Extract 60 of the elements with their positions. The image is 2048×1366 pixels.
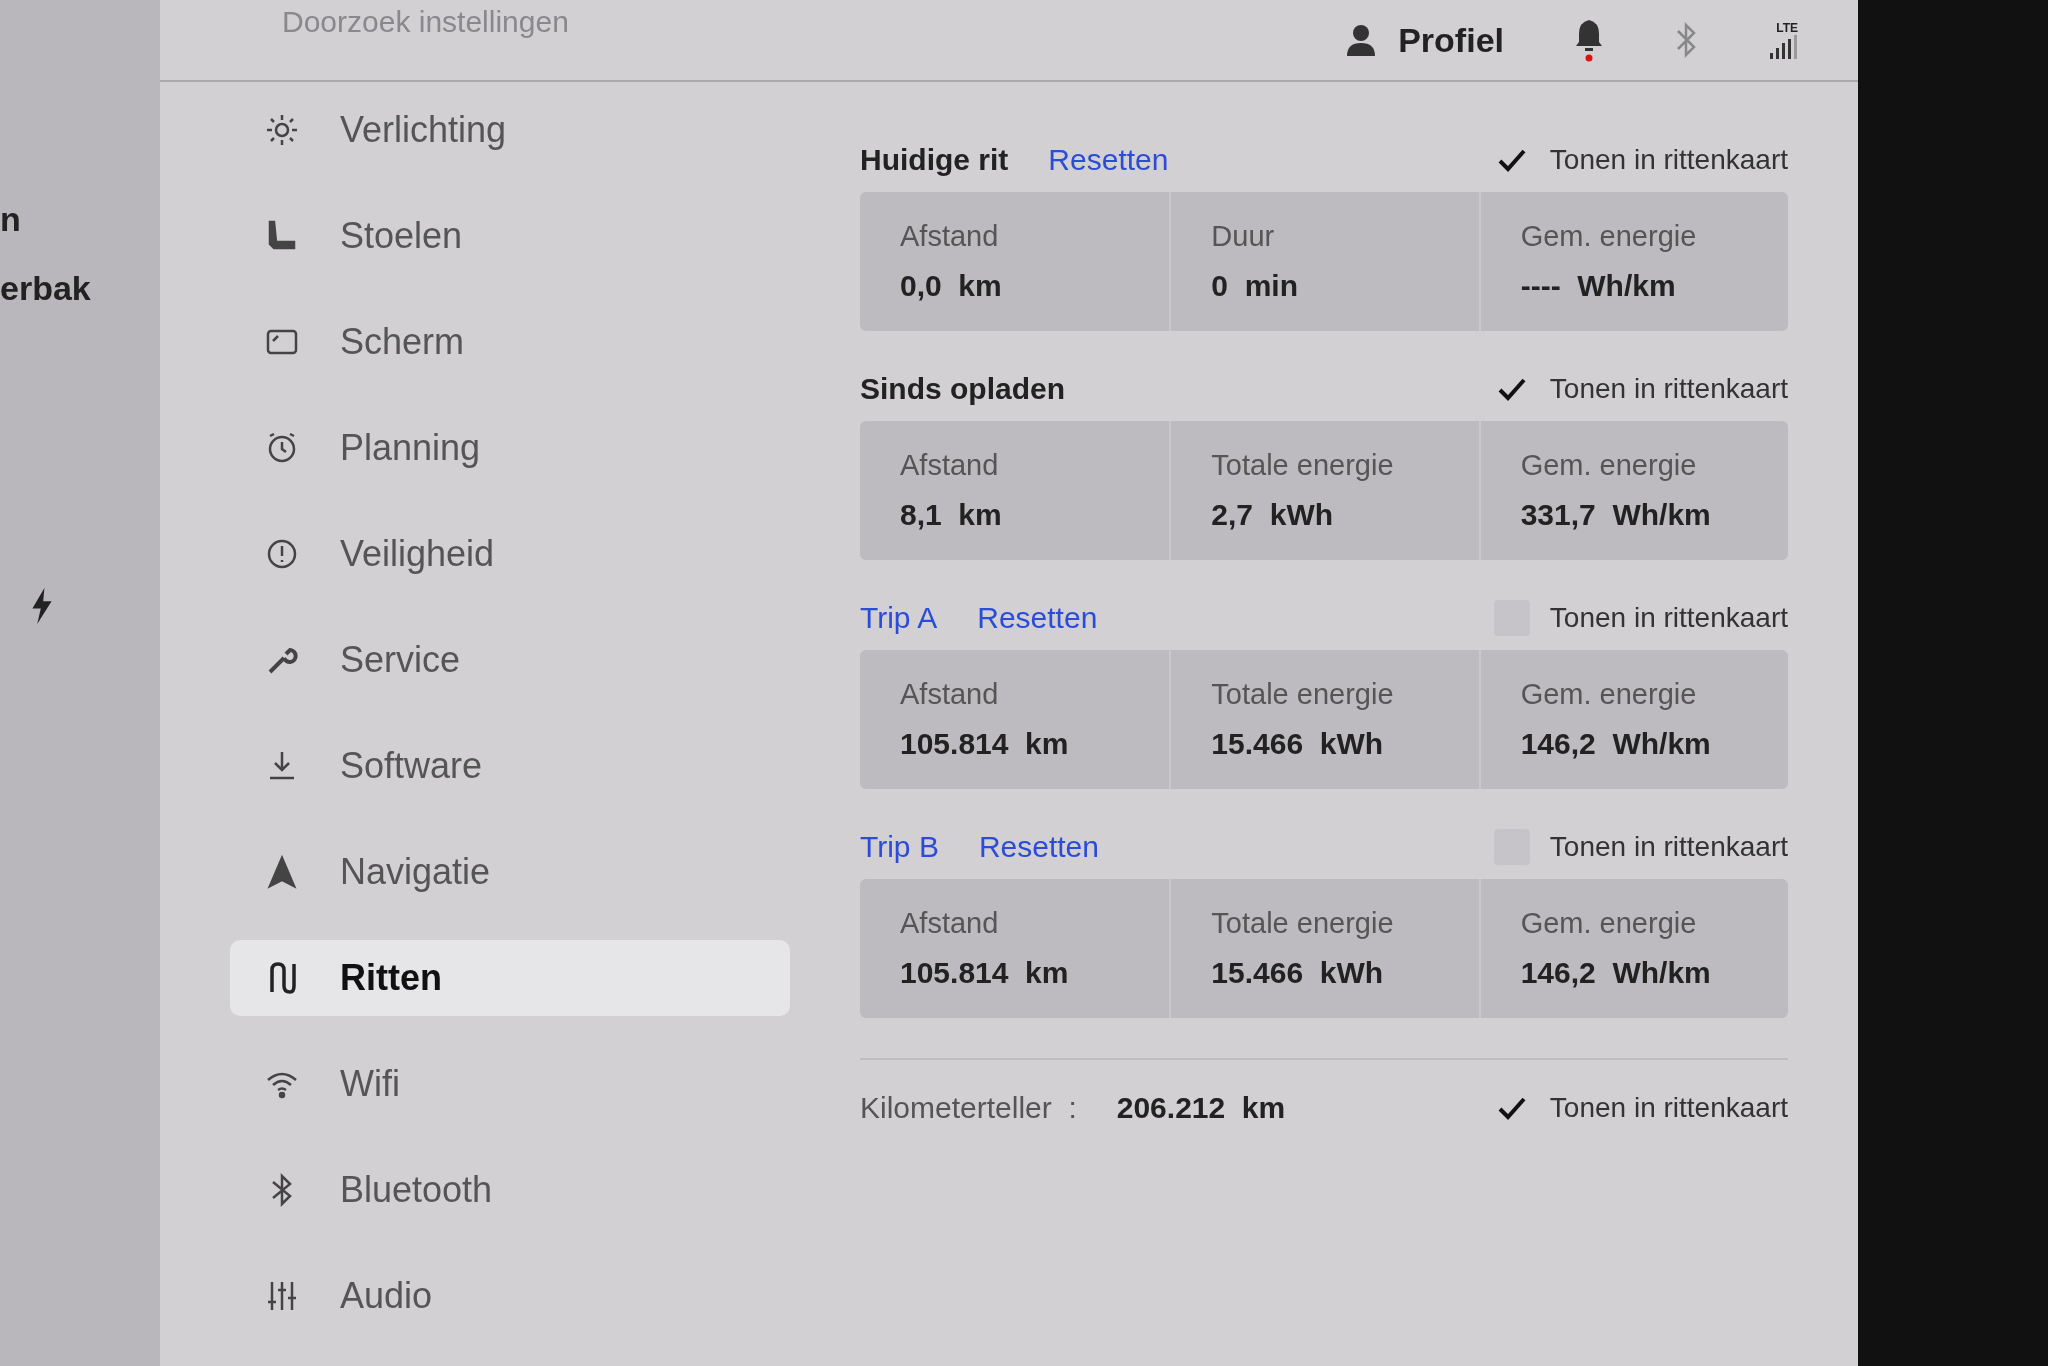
- stat-value: 15.466 kWh: [1211, 956, 1385, 990]
- panel-text: n: [0, 200, 22, 239]
- reset-link[interactable]: Resetten: [1048, 143, 1169, 177]
- bell-icon[interactable]: [1574, 18, 1604, 62]
- stat-value: 0 min: [1211, 269, 1300, 303]
- sidebar-item[interactable]: Audio: [230, 1258, 790, 1334]
- stat-label: Afstand: [900, 907, 1000, 940]
- sidebar-item[interactable]: Navigatie: [230, 834, 790, 910]
- stat-value: 105.814 km: [900, 727, 1070, 761]
- stat-value: 8,1 km: [900, 498, 1003, 532]
- section-title[interactable]: Trip B: [860, 830, 939, 864]
- stat-value: 146,2 Wh/km: [1520, 956, 1712, 990]
- reset-link[interactable]: Resetten: [978, 830, 1099, 864]
- stat-value: 105.814 km: [900, 956, 1070, 990]
- sidebar-item[interactable]: Ritten: [230, 940, 790, 1016]
- stat-value: 0,0 km: [900, 269, 1003, 303]
- lightning-icon: [30, 588, 54, 624]
- show-in-trip-card-checkbox[interactable]: Tonen in rittenkaart: [1493, 829, 1788, 865]
- sidebar-item[interactable]: Bluetooth: [230, 1152, 790, 1228]
- section-title: Sinds opladen: [860, 372, 1066, 406]
- stat-label: Gem. energie: [1520, 449, 1698, 482]
- person-icon: [1346, 24, 1377, 56]
- search-field[interactable]: Doorzoek instellingen: [280, 0, 704, 40]
- section-title: Huidige rit: [860, 143, 1009, 177]
- stat-value: 331,7 Wh/km: [1520, 498, 1712, 532]
- section-title[interactable]: Trip A: [860, 601, 938, 635]
- odometer-label: Kilometerteller :: [860, 1091, 1077, 1125]
- reset-link[interactable]: Resetten: [977, 601, 1098, 635]
- sidebar-item[interactable]: Stoelen: [230, 198, 790, 274]
- show-in-trip-card-checkbox[interactable]: Tonen in rittenkaart: [1493, 371, 1788, 407]
- show-in-trip-card-checkbox[interactable]: Tonen in rittenkaart: [1493, 600, 1788, 636]
- sidebar-item[interactable]: Scherm: [230, 304, 790, 380]
- lte-label: LTE: [1776, 21, 1798, 35]
- show-in-trip-card-checkbox[interactable]: Tonen in rittenkaart: [1493, 142, 1788, 178]
- sidebar-item[interactable]: Veiligheid: [230, 516, 790, 592]
- stat-value: 146,2 Wh/km: [1520, 727, 1712, 761]
- stat-label: Totale energie: [1211, 907, 1395, 940]
- stat-label: Afstand: [900, 220, 1000, 253]
- stat-value: 15.466 kWh: [1211, 727, 1385, 761]
- stat-value: 2,7 kWh: [1211, 498, 1335, 532]
- signal-icon: [1768, 35, 1798, 59]
- odometer-value: 206.212 km: [1116, 1091, 1286, 1125]
- stat-value: ---- Wh/km: [1520, 269, 1677, 303]
- sidebar-item[interactable]: Service: [230, 622, 790, 698]
- stat-label: Gem. energie: [1520, 907, 1698, 940]
- stat-label: Totale energie: [1211, 449, 1395, 482]
- sidebar-item[interactable]: Planning: [230, 410, 790, 486]
- show-in-trip-card-checkbox[interactable]: Tonen in rittenkaart: [1493, 1090, 1788, 1126]
- stat-label: Totale energie: [1211, 678, 1395, 711]
- sidebar-item[interactable]: Software: [230, 728, 790, 804]
- stat-label: Duur: [1211, 220, 1276, 253]
- stat-label: Gem. energie: [1520, 678, 1698, 711]
- stat-label: Afstand: [900, 678, 1000, 711]
- stat-label: Afstand: [900, 449, 1000, 482]
- profile-button[interactable]: Profiel: [1346, 20, 1504, 60]
- brightness-icon: [264, 112, 300, 148]
- stat-label: Gem. energie: [1520, 220, 1698, 253]
- panel-text: erbak: [0, 269, 92, 308]
- sidebar-item[interactable]: Wifi: [230, 1046, 790, 1122]
- sidebar-item[interactable]: Verlichting: [230, 92, 790, 168]
